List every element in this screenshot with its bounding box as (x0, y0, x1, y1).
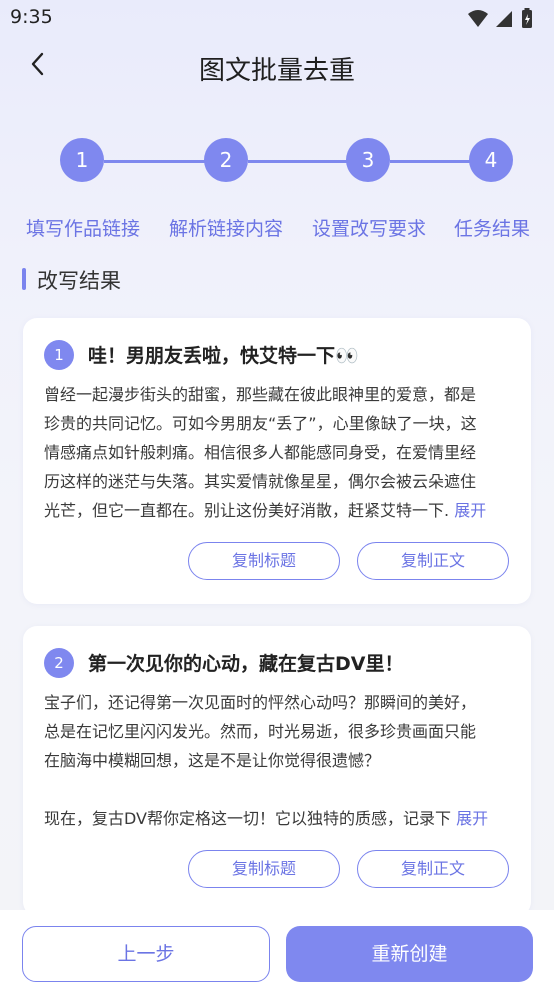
result-body-line: 现在，复古DV帮你定格这一切！它以独特的质感，记录下 (44, 809, 451, 828)
step-number-4: 4 (469, 138, 513, 182)
result-body-blank-line (44, 775, 514, 804)
status-icons (468, 8, 532, 28)
result-body-line: 情感痛点如针般刺痛。相信很多人都能感同身受，在爱情里经 (44, 443, 477, 462)
copy-body-button[interactable]: 复制正文 (357, 542, 509, 580)
step-number-3: 3 (346, 138, 390, 182)
result-body: 曾经一起漫步街头的甜蜜，那些藏在彼此眼神里的爱意，都是 珍贵的共同记忆。可如今男… (44, 380, 514, 525)
step-progress: 1 2 3 4 填写作品链接 解析链接内容 设置改写要求 任务结果 (0, 138, 554, 248)
status-time: 9:35 (10, 6, 53, 28)
signal-icon (496, 11, 512, 27)
step-connector (104, 160, 206, 163)
copy-title-button[interactable]: 复制标题 (188, 542, 340, 580)
section-title: 改写结果 (37, 269, 121, 293)
result-title: 第一次见你的心动，藏在复古DV里！ (88, 653, 404, 675)
expand-link[interactable]: 展开 (456, 809, 488, 828)
header: 图文批量去重 (0, 40, 554, 100)
status-bar: 9:35 (0, 0, 554, 36)
result-body-line: 光芒，但它一直都在。别让这份美好消散，赶紧艾特一下 (44, 501, 445, 520)
step-connector (390, 160, 470, 163)
result-index-badge: 1 (44, 340, 74, 370)
result-body-line: 曾经一起漫步街头的甜蜜，那些藏在彼此眼神里的爱意，都是 (44, 385, 477, 404)
result-body-line: 总是在记忆里闪闪发光。然而，时光易逝，很多珍贵画面只能 (44, 722, 477, 741)
section-accent-bar (22, 268, 26, 290)
step-label-2: 解析链接内容 (168, 218, 284, 240)
expand-link[interactable]: 展开 (454, 501, 486, 520)
result-body-last-line: 光芒，但它一直都在。别让这份美好消散，赶紧艾特一下. 展开 (44, 501, 487, 520)
step-label-4: 任务结果 (453, 218, 531, 240)
result-body-last-line: 现在，复古DV帮你定格这一切！它以独特的质感，记录下 展开 (44, 804, 514, 833)
result-body-line: 历这样的迷茫与失落。其实爱情就像星星，偶尔会被云朵遮住 (44, 472, 477, 491)
result-index-badge: 2 (44, 648, 74, 678)
copy-body-button[interactable]: 复制正文 (357, 850, 509, 888)
copy-title-button[interactable]: 复制标题 (188, 850, 340, 888)
step-number-2: 2 (204, 138, 248, 182)
recreate-button[interactable]: 重新创建 (286, 926, 533, 982)
step-number-1: 1 (60, 138, 104, 182)
result-title: 哇！男朋友丢啦，快艾特一下👀 (88, 345, 359, 367)
step-connector (248, 160, 348, 163)
result-body-line: 珍贵的共同记忆。可如今男朋友“丢了”，心里像缺了一块，这 (44, 414, 477, 433)
result-body-line: 在脑海中模糊回想，这是不是让你觉得很遗憾？ (44, 751, 381, 770)
result-card: 1 哇！男朋友丢啦，快艾特一下👀 曾经一起漫步街头的甜蜜，那些藏在彼此眼神里的爱… (23, 318, 531, 604)
wifi-icon (468, 10, 488, 27)
step-label-1: 填写作品链接 (25, 218, 141, 240)
result-card: 2 第一次见你的心动，藏在复古DV里！ 宝子们，还记得第一次见面时的怦然心动吗？… (23, 626, 531, 916)
step-label-3: 设置改写要求 (311, 218, 427, 240)
result-body-line: 宝子们，还记得第一次见面时的怦然心动吗？那瞬间的美好， (44, 693, 477, 712)
bottom-action-bar: 上一步 重新创建 (0, 910, 554, 984)
result-body: 宝子们，还记得第一次见面时的怦然心动吗？那瞬间的美好， 总是在记忆里闪闪发光。然… (44, 688, 514, 833)
previous-step-button[interactable]: 上一步 (22, 926, 270, 982)
page-title: 图文批量去重 (198, 56, 355, 86)
